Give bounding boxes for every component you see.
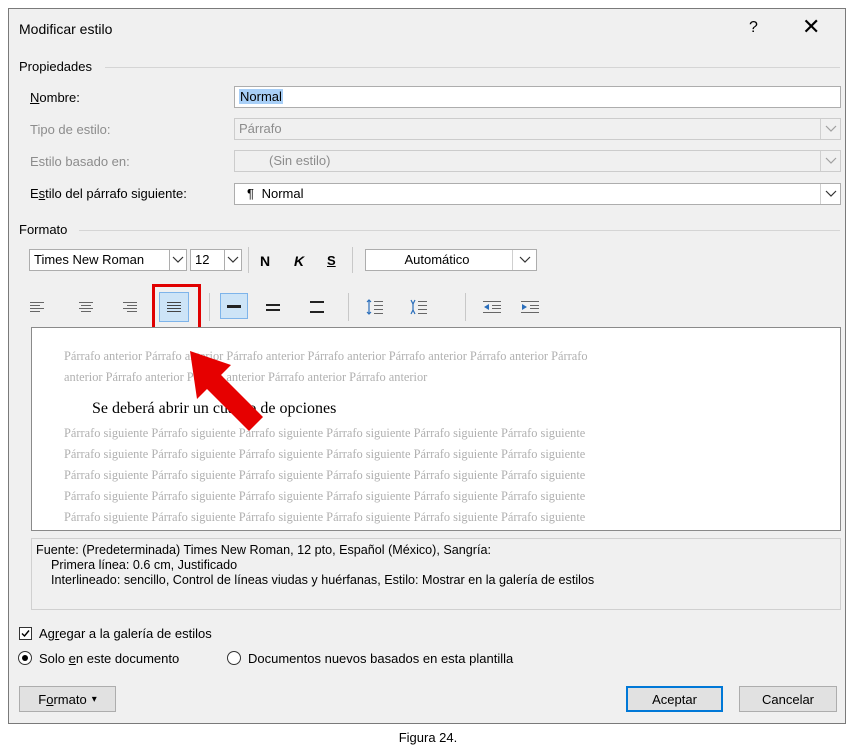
dialog-title: Modificar estilo — [19, 21, 113, 37]
style-preview: Párrafo anterior Párrafo anterior Párraf… — [31, 327, 841, 531]
cancel-button[interactable]: Cancelar — [739, 686, 837, 712]
single-spacing-icon[interactable] — [220, 293, 248, 319]
chevron-down-icon — [820, 151, 840, 171]
one-half-spacing-icon[interactable] — [263, 297, 283, 317]
add-to-gallery-label[interactable]: Agregar a la galería de estilos — [39, 626, 212, 641]
help-button[interactable]: ? — [749, 19, 758, 37]
chevron-down-icon — [820, 184, 840, 204]
preview-previous-paragraph: Párrafo anterior Párrafo anterior Párraf… — [64, 349, 588, 384]
style-type-label: Tipo de estilo: — [30, 122, 111, 137]
next-style-label: Estilo del párrafo siguiente: — [30, 186, 187, 201]
style-description: Fuente: (Predeterminada) Times New Roman… — [31, 538, 841, 610]
style-type-select[interactable]: Párrafo — [234, 118, 841, 140]
description-line: Fuente: (Predeterminada) Times New Roman… — [36, 543, 491, 557]
checkmark-icon — [21, 630, 30, 638]
align-center-icon[interactable] — [76, 297, 96, 317]
toolbar-separator — [209, 293, 210, 321]
figure-caption: Figura 24. — [398, 730, 458, 745]
only-this-document-radio[interactable] — [18, 651, 32, 665]
description-line: Primera línea: 0.6 cm, Justificado — [51, 558, 238, 572]
based-on-select[interactable]: (Sin estilo) — [234, 150, 841, 172]
format-menu-button[interactable]: Fo rmato ▾ — [19, 686, 116, 712]
underline-button[interactable]: S — [327, 253, 336, 268]
chevron-down-icon — [224, 249, 242, 271]
font-name-select[interactable]: Times New Roman — [29, 249, 187, 271]
close-button[interactable]: ✕ — [802, 14, 820, 40]
format-divider — [79, 230, 840, 231]
align-right-icon[interactable] — [120, 297, 140, 317]
preview-next-paragraph: Párrafo siguiente Párrafo siguiente Párr… — [64, 426, 586, 524]
format-group-label: Formato — [19, 222, 68, 237]
chevron-down-icon — [169, 249, 187, 271]
chevron-down-icon — [820, 119, 840, 139]
decrease-indent-icon[interactable] — [481, 297, 503, 317]
modify-style-dialog: Modificar estilo ? ✕ Propiedades Nombre:… — [8, 8, 846, 724]
font-size-select[interactable]: 12 — [190, 249, 242, 271]
increase-indent-icon[interactable] — [519, 297, 541, 317]
chevron-down-icon — [512, 250, 536, 270]
bold-button[interactable]: N — [260, 253, 270, 269]
increase-paragraph-spacing-icon[interactable] — [364, 295, 386, 319]
new-documents-radio[interactable] — [227, 651, 241, 665]
align-left-icon[interactable] — [27, 297, 47, 317]
chevron-down-icon: ▾ — [91, 693, 97, 705]
italic-button[interactable]: K — [294, 253, 304, 269]
toolbar-separator — [248, 247, 249, 273]
only-this-document-label[interactable]: Solo en este documento — [39, 651, 179, 666]
based-on-label: Estilo basado en: — [30, 154, 130, 169]
name-label: Nombre: — [30, 90, 80, 105]
ok-button[interactable]: Aceptar — [626, 686, 723, 712]
properties-divider — [105, 67, 840, 68]
toolbar-separator — [465, 293, 466, 321]
background-strip — [0, 0, 856, 8]
name-input[interactable]: Normal — [234, 86, 841, 108]
double-spacing-icon[interactable] — [307, 297, 327, 317]
next-style-select[interactable]: ¶ Normal — [234, 183, 841, 205]
decrease-paragraph-spacing-icon[interactable] — [408, 295, 430, 319]
properties-group-label: Propiedades — [19, 59, 92, 74]
toolbar-separator — [348, 293, 349, 321]
description-line: Interlineado: sencillo, Control de línea… — [51, 573, 595, 587]
red-arrow-icon — [190, 351, 263, 431]
new-documents-label[interactable]: Documentos nuevos basados en esta planti… — [248, 651, 513, 666]
radio-dot-icon — [22, 655, 28, 661]
font-color-select[interactable]: Automático — [365, 249, 537, 271]
add-to-gallery-checkbox[interactable] — [19, 627, 32, 640]
pilcrow-icon: ¶ — [247, 186, 254, 201]
toolbar-separator — [352, 247, 353, 273]
